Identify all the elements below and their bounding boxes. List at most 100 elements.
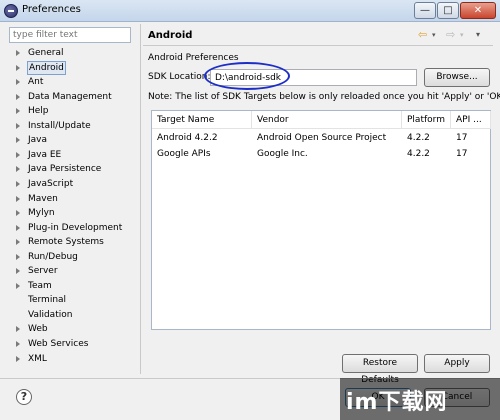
expand-arrow-icon[interactable] [16,166,20,173]
expand-arrow-icon[interactable] [16,268,20,275]
expand-arrow-icon[interactable] [16,239,20,246]
page-title: Android [148,30,193,41]
tree-item-label: JavaScript [28,178,74,189]
expand-arrow-icon[interactable] [16,108,20,115]
sash-divider[interactable] [140,24,141,374]
tree-item-label: Android [27,60,66,75]
back-arrow-icon[interactable]: ⇦ [418,28,427,42]
expand-arrow-icon[interactable] [16,341,20,347]
expand-arrow-icon[interactable] [16,355,20,362]
title-bar: Preferences — □ ✕ [0,0,500,22]
cell-vendor: Android Open Source Project [257,133,387,143]
maximize-button[interactable]: □ [437,2,459,19]
tree-item-label: Server [28,266,58,277]
preferences-heading: Android Preferences [148,53,239,63]
tree-item[interactable]: Help [9,104,129,118]
tree-item[interactable]: JavaScript [9,177,129,191]
expand-arrow-icon[interactable] [16,50,20,56]
cancel-button[interactable]: Cancel [424,388,490,407]
browse-button[interactable]: Browse... [424,68,490,87]
close-button[interactable]: ✕ [460,2,496,19]
tree-item-label: Web [28,324,48,335]
tree-item[interactable]: Java [9,133,129,147]
tree-item[interactable]: Web Services [9,337,129,351]
expand-arrow-icon[interactable] [16,137,20,144]
tree-item[interactable]: Web [9,322,129,336]
tree-item-label: Web Services [28,339,89,349]
tree-item[interactable]: General [9,46,129,60]
forward-dropdown-icon[interactable]: ▾ [460,28,464,42]
tree-item-label: Plug-in Development [28,222,123,233]
expand-arrow-icon[interactable] [16,195,20,202]
tree-item[interactable]: Android [9,60,129,75]
expand-arrow-icon[interactable] [16,210,20,217]
sdk-location-input[interactable] [210,69,417,86]
expand-arrow-icon[interactable] [16,253,20,260]
cell-platform: 4.2.2 [407,149,430,159]
expand-arrow-icon[interactable] [16,224,20,231]
tree-item[interactable]: Team [9,279,129,293]
expand-arrow-icon[interactable] [16,79,20,86]
tree-item-label: Mylyn [28,208,55,219]
view-menu-icon[interactable]: ▾ [476,28,480,42]
tree-item-label: XML [28,353,47,364]
tree-item-label: Install/Update [28,120,91,131]
expand-arrow-icon[interactable] [16,93,20,100]
cell-target: Android 4.2.2 [157,133,218,143]
help-icon[interactable]: ? [16,389,32,405]
tree-item[interactable]: Ant [9,75,129,89]
column-header-platform[interactable]: Platform [402,111,451,129]
ok-button[interactable]: OK [345,388,411,407]
back-dropdown-icon[interactable]: ▾ [432,28,436,42]
tree-item-label: General [28,48,64,58]
expand-arrow-icon[interactable] [16,151,20,158]
table-row[interactable]: Android 4.2.2 Android Open Source Project… [152,131,490,146]
tree-item-label: Run/Debug [28,251,78,262]
expand-arrow-icon[interactable] [16,122,20,129]
tree-item-label: Java [28,135,48,146]
window-title: Preferences [22,4,81,15]
table-row[interactable]: Google APIs Google Inc. 4.2.2 17 [152,147,490,162]
tree-item[interactable]: Run/Debug [9,250,129,264]
tree-item-label: Team [28,280,52,291]
filter-input[interactable] [9,27,131,43]
tree-item[interactable]: Java EE [9,148,129,162]
forward-arrow-icon[interactable]: ⇨ [446,28,455,42]
tree-item[interactable]: XML [9,352,129,366]
tree-item-label: Help [28,106,49,117]
expand-arrow-icon[interactable] [16,282,20,289]
tree-item[interactable]: Data Management [9,90,129,104]
cell-platform: 4.2.2 [407,133,430,143]
sdk-note: Note: The list of SDK Targets below is o… [148,92,500,102]
eclipse-icon [4,4,18,18]
tree-item-label: Validation [28,309,73,320]
restore-defaults-button[interactable]: Restore Defaults [342,354,418,385]
header-divider [143,45,493,46]
preferences-tree: General Android Ant Data Management Help Inst… [9,46,131,376]
tree-item[interactable]: Mylyn [9,206,129,220]
cell-api: 17 [456,149,468,159]
tree-item-label: Java EE [28,149,62,160]
tree-item[interactable]: Install/Update [9,119,129,133]
column-header-target[interactable]: Target Name [152,111,252,129]
minimize-button[interactable]: — [414,2,436,19]
cell-api: 17 [456,133,468,143]
tree-item[interactable]: Plug-in Development [9,221,129,235]
tree-item[interactable]: Maven [9,192,129,206]
history-nav: ⇦ ▾ ⇨ ▾ ▾ [418,28,492,42]
apply-button[interactable]: Apply [424,354,490,373]
expand-arrow-icon[interactable] [16,180,20,187]
expand-arrow-icon[interactable] [16,64,20,71]
tree-item[interactable]: Validation [9,308,129,322]
column-header-vendor[interactable]: Vendor [252,111,402,129]
cell-vendor: Google Inc. [257,149,308,159]
column-header-api[interactable]: API ... [451,111,491,129]
tree-item[interactable]: Remote Systems [9,235,129,249]
tree-item[interactable]: Server [9,264,129,278]
tree-item[interactable]: Terminal [9,293,129,307]
tree-item-label: Data Management [28,91,112,102]
tree-item-label: Ant [28,77,44,88]
expand-arrow-icon[interactable] [16,326,20,333]
tree-item-label: Terminal [28,295,67,306]
tree-item[interactable]: Java Persistence [9,162,129,176]
